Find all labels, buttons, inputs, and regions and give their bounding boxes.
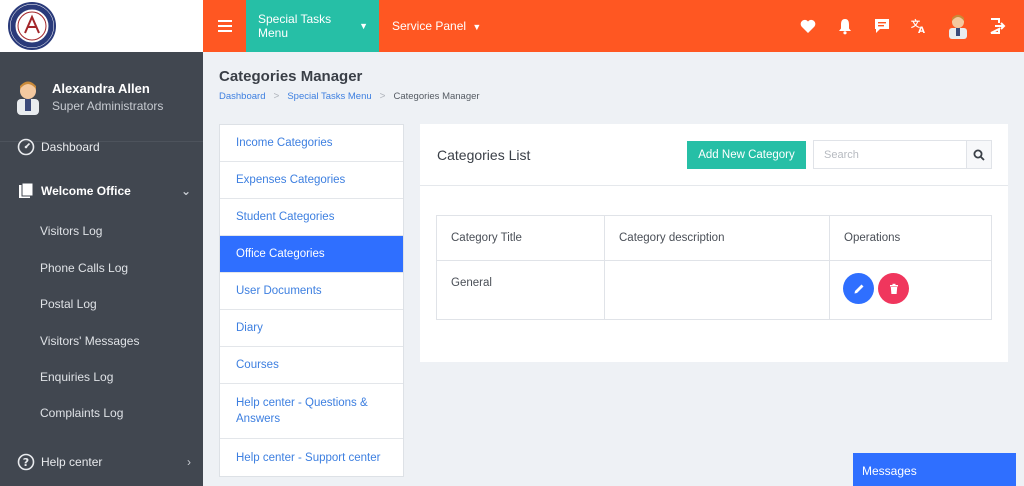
categories-card: Categories List Add New Category Categor… (420, 124, 1008, 362)
search-icon (973, 149, 985, 161)
service-panel-label: Service Panel (392, 19, 467, 33)
svg-text:?: ? (23, 456, 29, 469)
chat-message-icon[interactable] (873, 17, 891, 35)
dashboard-gauge-icon (17, 138, 35, 156)
chevron-right-icon: › (187, 455, 191, 469)
top-navbar: Special Tasks Menu ▼ Service Panel ▼ 文 A (203, 0, 1024, 52)
chevron-down-icon: ▼ (472, 22, 482, 32)
logout-icon[interactable] (988, 17, 1006, 35)
card-divider (420, 185, 1008, 186)
service-panel-button[interactable]: Service Panel ▼ (392, 19, 481, 33)
breadcrumb-special-tasks-link[interactable]: Special Tasks Menu (287, 91, 371, 102)
question-circle-icon: ? (17, 453, 35, 471)
user-profile[interactable]: Alexandra Allen Super Administrators (0, 52, 203, 142)
search-box (813, 140, 992, 169)
user-name: Alexandra Allen (52, 80, 150, 96)
category-menu-item-diary[interactable]: Diary (220, 310, 403, 347)
special-tasks-menu-label: Special Tasks Menu (258, 12, 332, 40)
table-header-row: Category Title Category description Oper… (436, 215, 992, 261)
sidebar: Alexandra Allen Super Administrators Das… (0, 0, 203, 486)
heart-icon[interactable] (799, 17, 817, 35)
chevron-down-icon: ⌄ (180, 184, 191, 198)
table-row: General (436, 260, 992, 320)
delete-button[interactable] (878, 273, 909, 304)
category-menu-item-income[interactable]: Income Categories (220, 125, 403, 162)
special-tasks-menu-button[interactable]: Special Tasks Menu ▼ (246, 0, 379, 52)
category-menu-item-user-documents[interactable]: User Documents (220, 273, 403, 310)
breadcrumb-current: Categories Manager (393, 91, 480, 102)
svg-text:A: A (918, 26, 925, 35)
sidebar-item-label: Welcome Office (41, 184, 131, 198)
category-menu-item-student[interactable]: Student Categories (220, 199, 403, 236)
column-header-title: Category Title (436, 215, 605, 261)
breadcrumb-dashboard-link[interactable]: Dashboard (219, 91, 265, 102)
category-menu-item-expenses[interactable]: Expenses Categories (220, 162, 403, 199)
sidebar-item-label: Dashboard (41, 140, 100, 154)
sidebar-subitem-phone-calls-log[interactable]: Phone Calls Log (40, 261, 128, 275)
search-input[interactable] (814, 141, 966, 168)
sidebar-subitem-enquiries-log[interactable]: Enquiries Log (40, 370, 113, 384)
page-title: Categories Manager (219, 68, 363, 85)
logo-area (0, 0, 203, 52)
hamburger-menu-icon[interactable] (203, 0, 246, 52)
breadcrumb-separator-icon: > (273, 91, 280, 102)
chevron-down-icon: ▼ (359, 21, 368, 31)
book-icon (19, 182, 34, 198)
sidebar-item-label: Help center (41, 455, 103, 469)
sidebar-item-dashboard[interactable]: Dashboard (0, 136, 203, 158)
search-button[interactable] (966, 141, 991, 168)
cell-category-title: General (436, 260, 605, 320)
top-icons-group: 文 A (780, 0, 1024, 52)
column-header-description: Category description (604, 215, 830, 261)
edit-button[interactable] (843, 273, 874, 304)
sidebar-subitem-visitors-messages[interactable]: Visitors' Messages (40, 334, 139, 348)
cell-operations (829, 260, 992, 320)
add-new-category-button[interactable]: Add New Category (687, 141, 806, 169)
category-menu-item-courses[interactable]: Courses (220, 347, 403, 384)
sidebar-item-welcome-office[interactable]: Welcome Office ⌄ (0, 180, 203, 202)
categories-table: Category Title Category description Oper… (436, 215, 992, 320)
sidebar-subitem-visitors-log[interactable]: Visitors Log (40, 224, 102, 238)
messages-tab[interactable]: Messages (853, 453, 1016, 486)
sidebar-subitem-postal-log[interactable]: Postal Log (40, 297, 97, 311)
breadcrumb-separator-icon: > (379, 91, 386, 102)
translate-icon[interactable]: 文 A (910, 17, 928, 35)
category-menu-item-help-qa[interactable]: Help center - Questions & Answers (220, 384, 403, 439)
card-title: Categories List (437, 147, 531, 163)
bell-icon[interactable] (836, 17, 854, 35)
school-logo-icon[interactable] (3, 1, 61, 51)
user-avatar-icon (17, 81, 39, 115)
category-menu-item-help-support[interactable]: Help center - Support center (220, 439, 403, 476)
category-menu: Income Categories Expenses Categories St… (219, 124, 404, 477)
breadcrumb: Dashboard > Special Tasks Menu > Categor… (219, 91, 480, 102)
user-avatar-icon[interactable] (947, 13, 969, 39)
sidebar-item-help-center[interactable]: ? Help center › (0, 451, 203, 473)
cell-category-description (604, 260, 830, 320)
trash-icon (889, 283, 898, 294)
user-role: Super Administrators (52, 98, 164, 113)
column-header-operations: Operations (829, 215, 992, 261)
category-menu-item-office[interactable]: Office Categories (220, 236, 403, 273)
sidebar-subitem-complaints-log[interactable]: Complaints Log (40, 406, 123, 420)
pencil-icon (854, 284, 863, 293)
